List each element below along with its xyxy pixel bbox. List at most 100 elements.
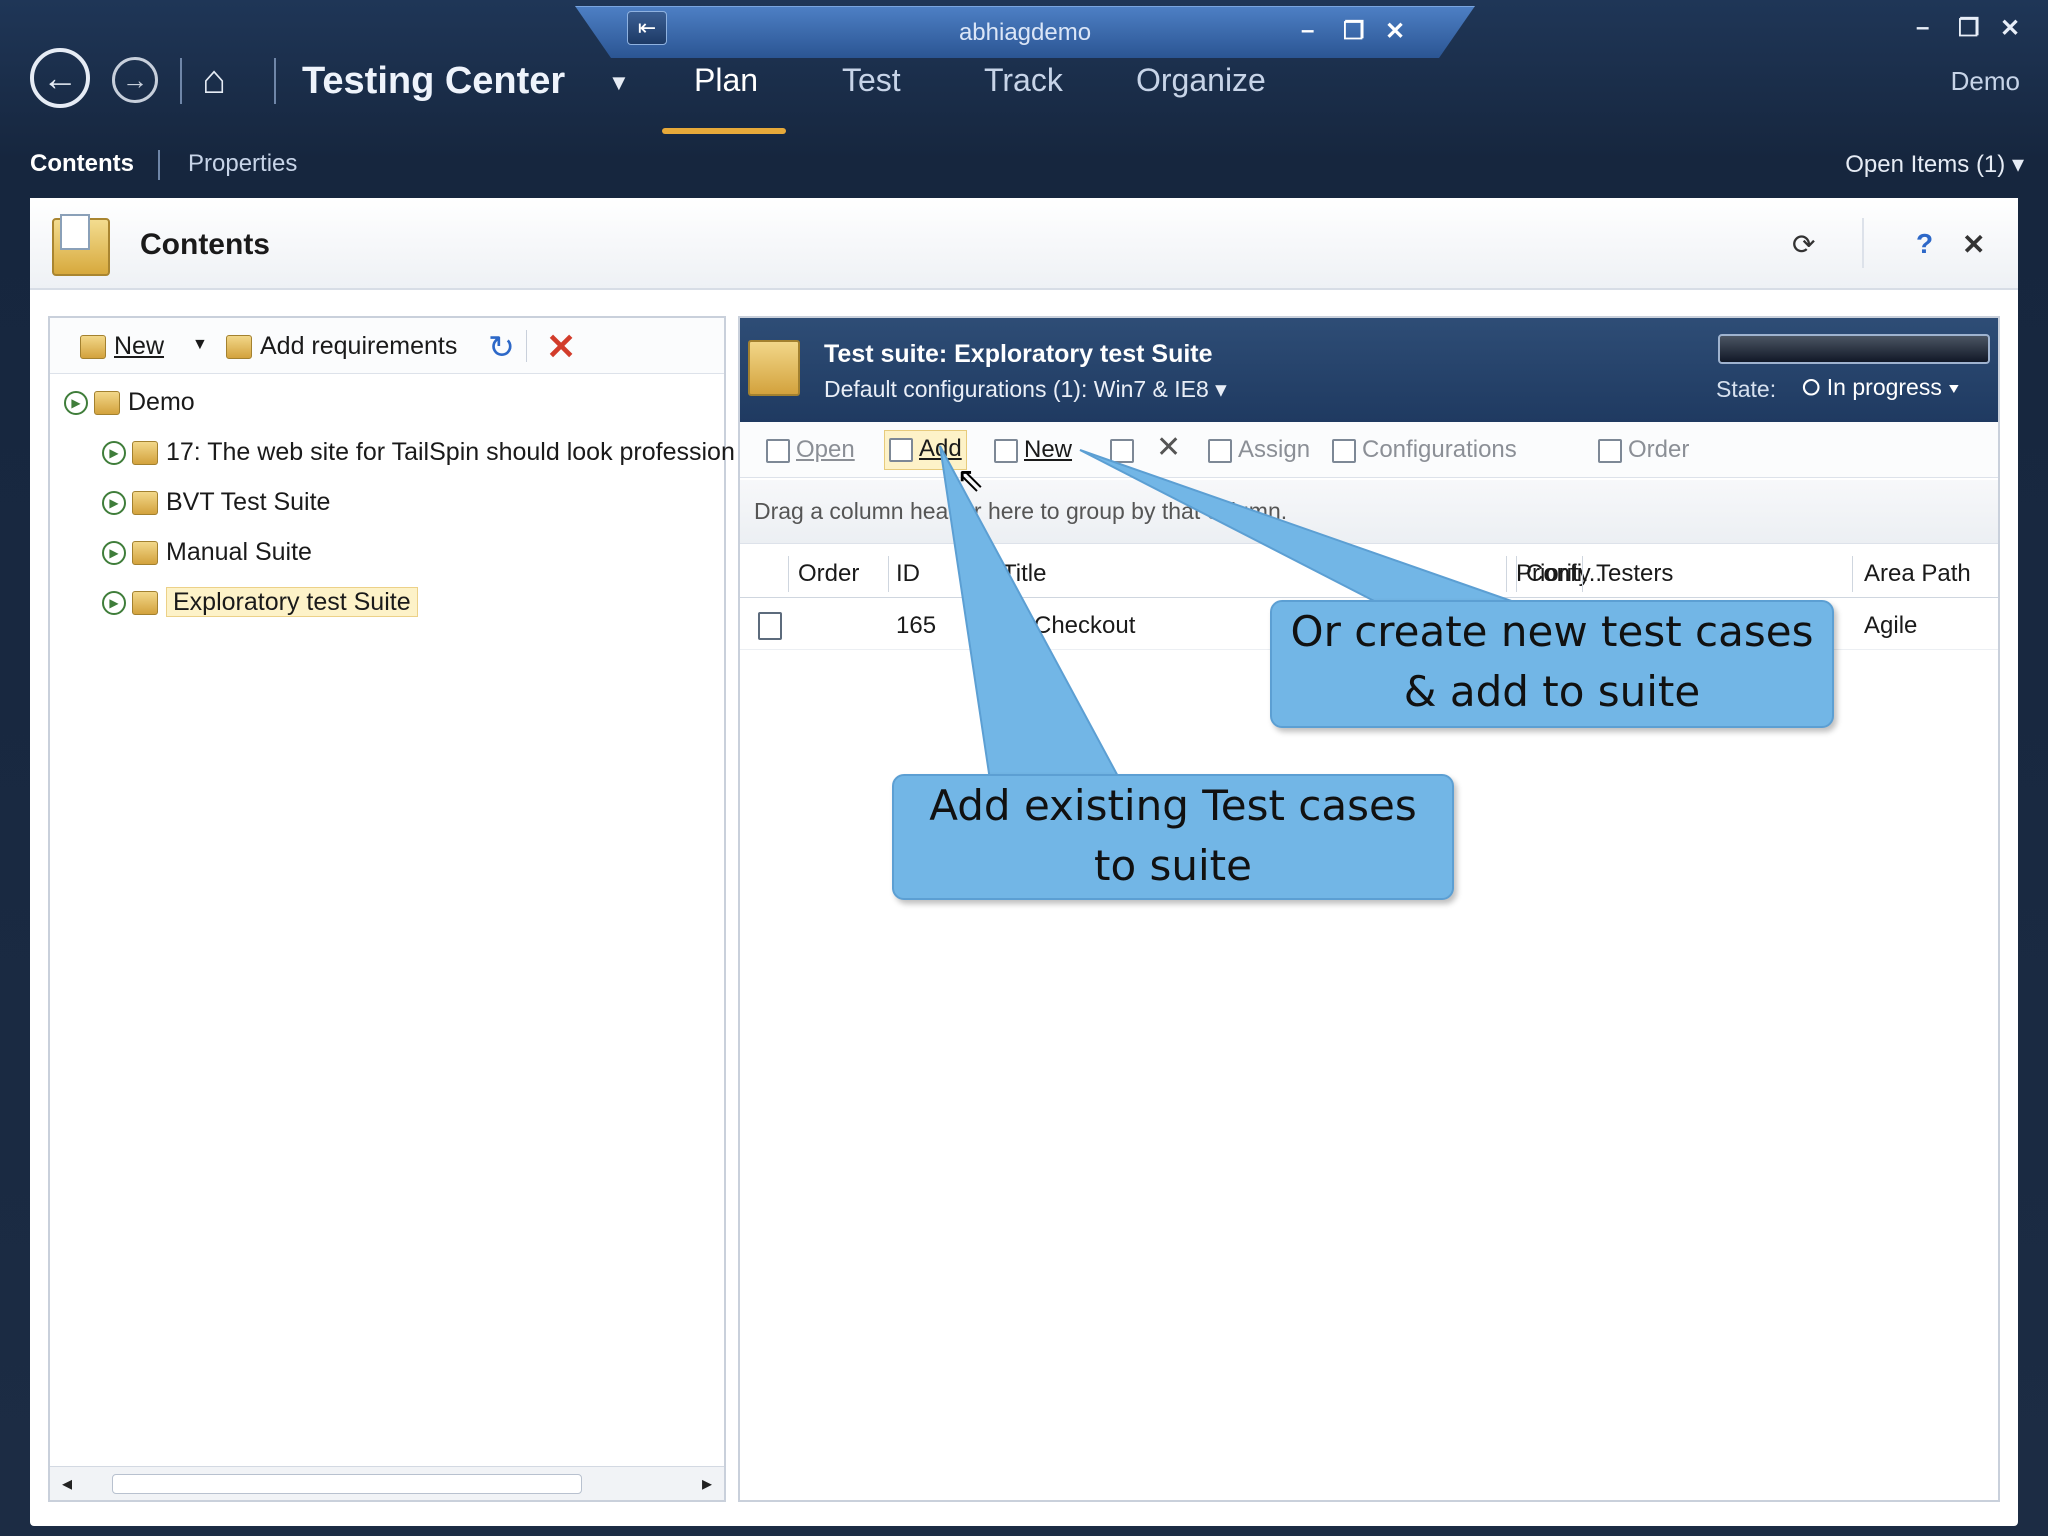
cell-area-path: Agile: [1864, 612, 1918, 639]
subtab-properties[interactable]: Properties: [188, 150, 297, 178]
create-new-callout: Or create new test cases & add to suite: [1270, 600, 1834, 728]
scroll-left-icon[interactable]: ◂: [62, 1471, 72, 1496]
column-area-path[interactable]: Area Path: [1864, 560, 1971, 588]
expand-icon[interactable]: ▶: [102, 591, 126, 616]
new-suite-icon: [80, 335, 106, 360]
app-title: Testing Center: [302, 60, 566, 102]
tree-item-bvt-test-suite[interactable]: ▶ BVT Test Suite: [102, 482, 330, 522]
column-id[interactable]: ID: [896, 560, 920, 588]
refresh-tree-icon[interactable]: ↻: [488, 328, 515, 366]
help-icon[interactable]: ?: [1916, 228, 1933, 260]
suite-icon: [132, 541, 158, 566]
add-button[interactable]: Add: [884, 430, 967, 470]
mouse-cursor-icon: ⇖: [956, 461, 985, 499]
suite-title: Test suite: Exploratory test Suite: [824, 340, 1213, 368]
assign-icon: [1208, 438, 1232, 463]
configurations-icon: [1332, 438, 1356, 463]
tree-item-manual-suite[interactable]: ▶ Manual Suite: [102, 532, 312, 572]
new-button[interactable]: New: [80, 332, 164, 361]
minimize-session-button[interactable]: –: [1301, 17, 1314, 45]
scroll-right-icon[interactable]: ▸: [702, 1471, 712, 1496]
group-by-area[interactable]: Drag a column header here to group by th…: [740, 480, 1998, 544]
state-dropdown[interactable]: ⭘ In progress ▾: [1802, 374, 1959, 401]
tab-organize[interactable]: Organize: [1136, 62, 1266, 99]
expand-icon[interactable]: ▶: [102, 491, 126, 516]
folder-icon: [94, 391, 120, 416]
add-requirements-button[interactable]: Add requirements: [226, 332, 457, 361]
column-order[interactable]: Order: [798, 560, 859, 588]
user-name[interactable]: Demo: [1951, 66, 2020, 97]
cell-id: 165: [896, 612, 937, 639]
group-by-hint: Drag a column header here to group by th…: [754, 498, 1288, 524]
column-divider: [1582, 556, 1583, 592]
test-suite-icon: [748, 340, 800, 396]
tree-toolbar: New ▼ Add requirements ↻ ✕: [50, 318, 724, 374]
restore-session-button[interactable]: ❐: [1343, 17, 1365, 46]
session-title: abhiagdemo: [958, 19, 1092, 46]
column-header-row: Order ID Title Priority Confi... Testers…: [740, 550, 1998, 598]
suite-detail-pane: Test suite: Exploratory test Suite Defau…: [738, 316, 2000, 1502]
open-items-dropdown[interactable]: Open Items (1) ▾: [1845, 150, 2024, 179]
testing-center-window: ⇤ abhiagdemo – ❐ ✕ – ❐ ✕ ← → ⌂ Testing C…: [0, 0, 2048, 1536]
column-divider: [990, 556, 991, 592]
nav-divider: [180, 58, 182, 104]
default-configurations-dropdown[interactable]: Default configurations (1): Win7 & IE8 ▾: [824, 376, 1227, 403]
suite-header: Test suite: Exploratory test Suite Defau…: [740, 318, 1998, 422]
tree-item-demo[interactable]: ▶ Demo: [64, 382, 195, 422]
tab-track[interactable]: Track: [984, 62, 1063, 99]
copy-icon[interactable]: [1110, 436, 1140, 464]
close-window-button[interactable]: ✕: [2000, 14, 2020, 43]
tree-item-requirement-17[interactable]: ▶ 17: The web site for TailSpin should lo…: [102, 432, 735, 472]
refresh-icon[interactable]: ⟳: [1792, 228, 1815, 261]
close-icon[interactable]: ✕: [1962, 228, 1985, 261]
new-test-case-icon: [994, 438, 1018, 463]
tab-test[interactable]: Test: [842, 62, 901, 99]
app-switcher-caret-icon[interactable]: ▼: [608, 70, 630, 96]
column-divider: [1516, 556, 1517, 592]
panel-title: Contents: [140, 228, 270, 261]
home-icon[interactable]: ⌂: [202, 58, 226, 103]
new-dropdown-caret-icon[interactable]: ▼: [192, 336, 208, 354]
open-button[interactable]: Open: [766, 436, 855, 464]
restore-window-button[interactable]: ❐: [1958, 14, 1980, 43]
nav-divider: [274, 58, 276, 104]
add-existing-callout: Add existing Test cases to suite: [892, 774, 1454, 900]
test-case-toolbar: Open Add New ✕ Assign Configurations Ord…: [740, 422, 1998, 478]
column-divider: [1506, 556, 1507, 592]
tree-item-exploratory-test-suite[interactable]: ▶ Exploratory test Suite: [102, 582, 418, 622]
column-divider: [788, 556, 789, 592]
remote-session-titlebar: ⇤ abhiagdemo – ❐ ✕: [575, 6, 1475, 58]
add-test-case-icon: [889, 437, 913, 462]
subtab-contents[interactable]: Contents: [30, 150, 134, 178]
expand-icon[interactable]: ▶: [64, 391, 88, 416]
column-testers[interactable]: Testers: [1596, 560, 1673, 588]
tab-plan[interactable]: Plan: [694, 62, 758, 99]
new-test-case-button[interactable]: New: [994, 436, 1072, 464]
order-button[interactable]: Order: [1598, 436, 1689, 464]
scrollbar-thumb[interactable]: [112, 1474, 582, 1494]
requirements-icon: [226, 335, 252, 360]
expand-icon[interactable]: ▶: [102, 541, 126, 566]
query-suite-icon: [132, 491, 158, 516]
delete-suite-icon[interactable]: ✕: [546, 326, 576, 368]
close-session-button[interactable]: ✕: [1385, 17, 1405, 46]
test-case-icon: [758, 612, 782, 640]
open-icon: [766, 438, 790, 463]
assign-button[interactable]: Assign: [1208, 436, 1310, 464]
minimize-window-button[interactable]: –: [1916, 14, 1929, 42]
remove-icon[interactable]: ✕: [1156, 430, 1181, 465]
column-configurations[interactable]: Confi...: [1526, 560, 1602, 588]
active-tab-indicator: [662, 128, 786, 134]
back-arrow-icon[interactable]: ←: [30, 48, 90, 108]
configurations-button[interactable]: Configurations: [1332, 436, 1517, 464]
expand-icon[interactable]: ▶: [102, 441, 126, 466]
column-title[interactable]: Title: [1002, 560, 1046, 588]
forward-arrow-icon[interactable]: →: [112, 57, 158, 103]
subtab-divider: [158, 150, 160, 180]
requirement-suite-icon: [132, 441, 158, 466]
contents-icon: [52, 214, 110, 276]
horizontal-scrollbar[interactable]: ◂ ▸: [50, 1466, 724, 1500]
order-icon: [1598, 438, 1622, 463]
cell-title: Checkout: [1034, 612, 1136, 639]
suite-progress-bar: [1718, 334, 1990, 364]
